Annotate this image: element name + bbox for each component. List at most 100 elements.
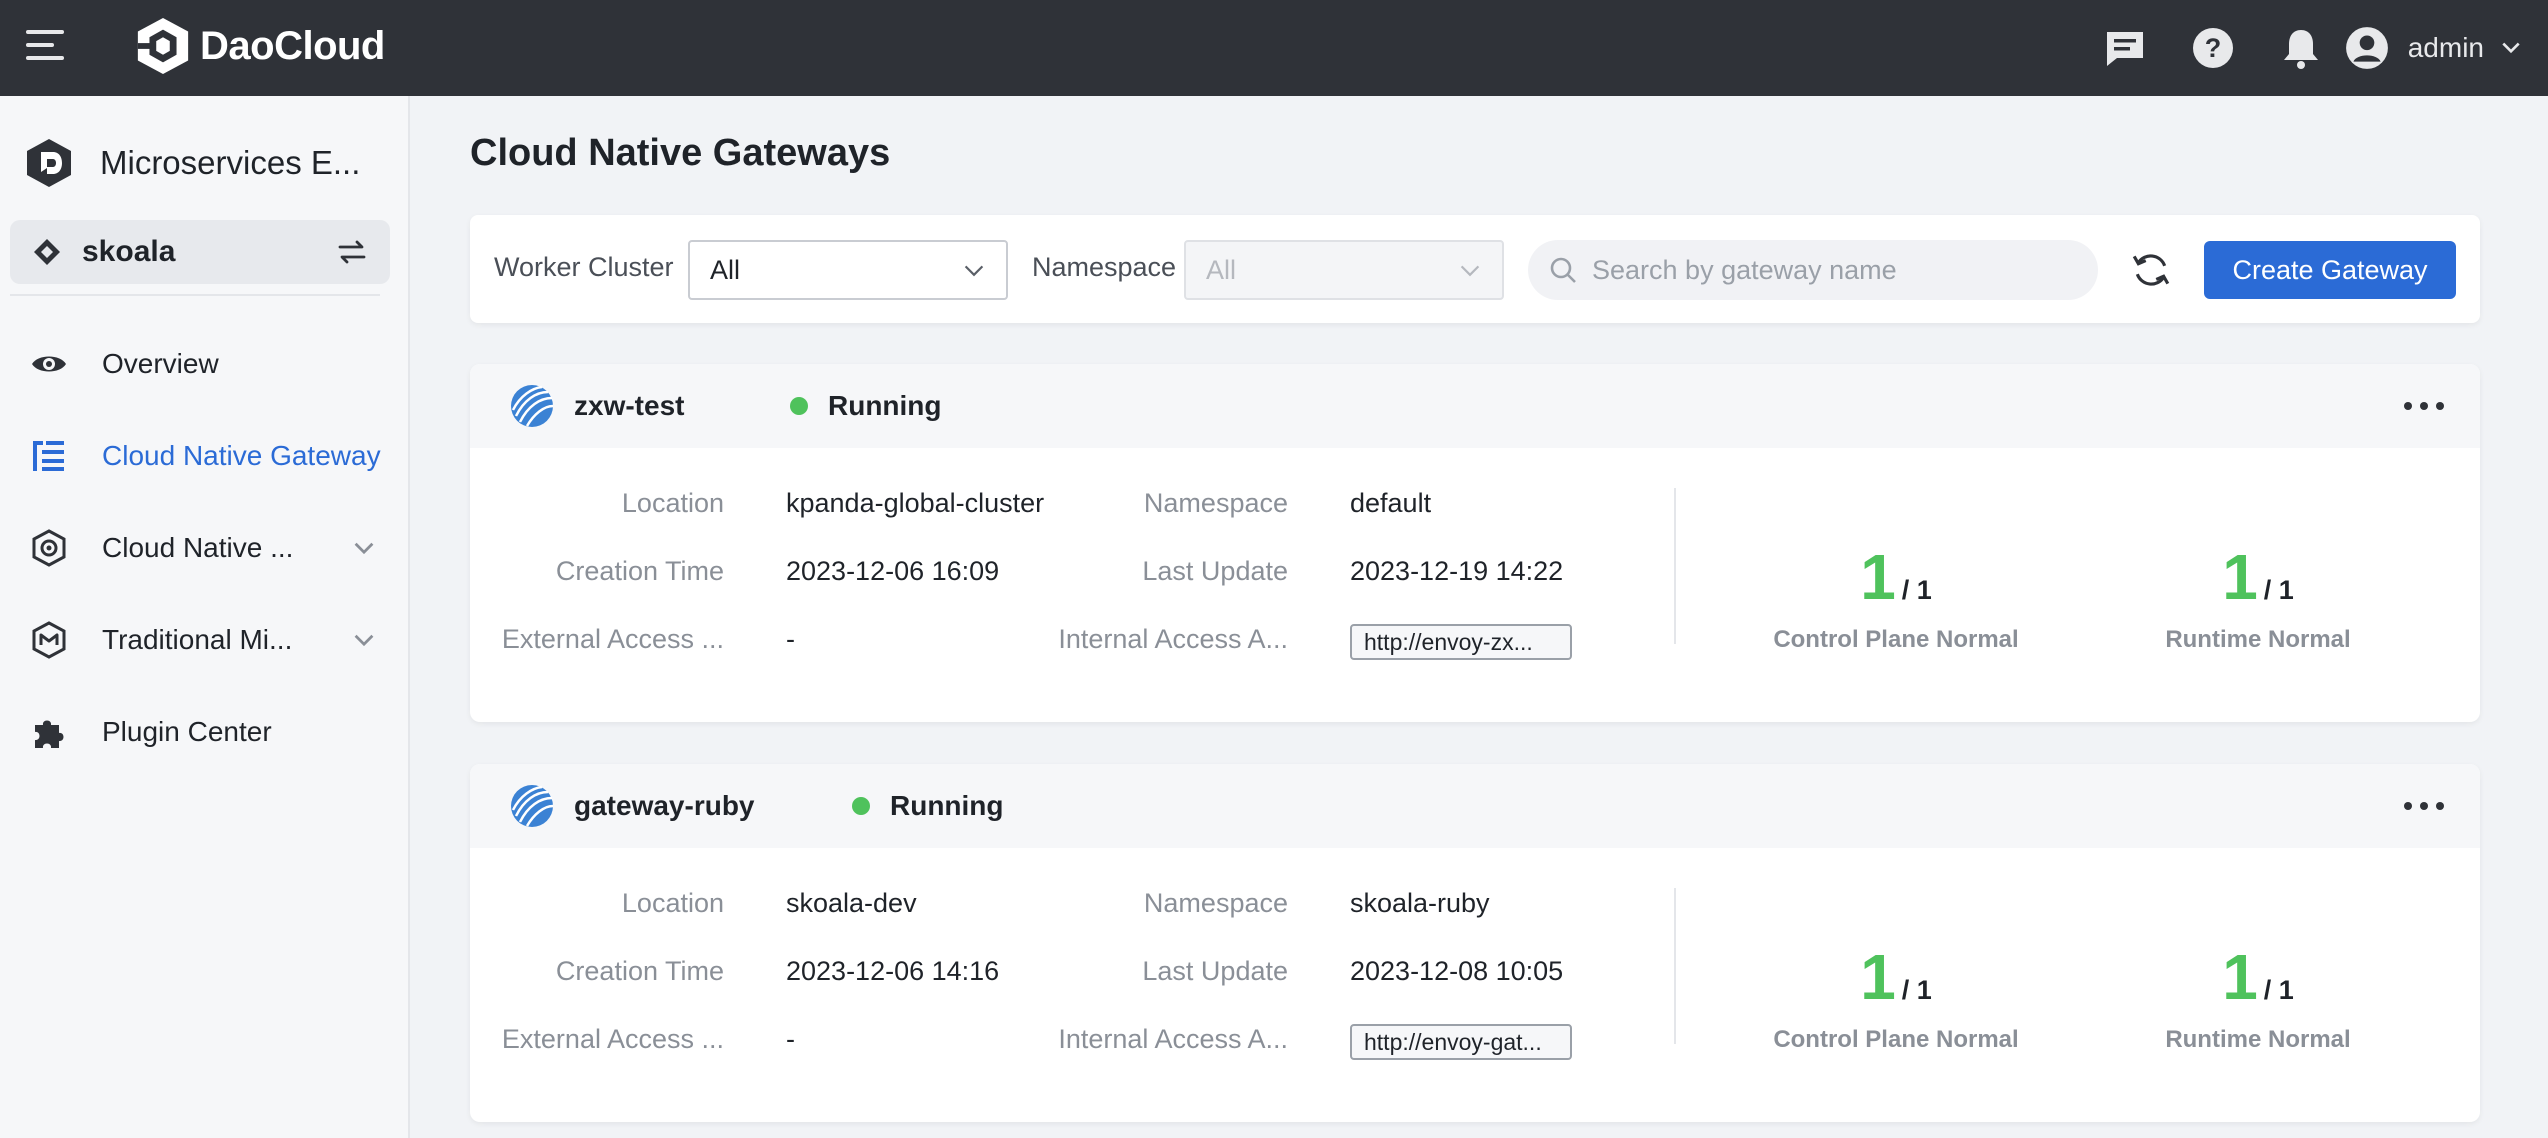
internal-access-link[interactable]: http://envoy-zx...	[1350, 624, 1572, 660]
status-badge: Running	[852, 790, 1004, 822]
search-icon	[1550, 257, 1576, 283]
runtime-total: / 1	[2263, 575, 2294, 605]
chevron-down-icon	[964, 265, 984, 277]
creation-time-label: Creation Time	[555, 556, 724, 586]
create-gateway-button[interactable]: Create Gateway	[2204, 241, 2456, 299]
runtime-ready: 1	[2222, 541, 2258, 613]
sidebar-item-label: Overview	[102, 348, 219, 379]
location-label: Location	[621, 888, 724, 918]
user-avatar-icon	[2345, 27, 2388, 69]
refresh-icon[interactable]	[2130, 249, 2172, 291]
switch-icon[interactable]	[336, 236, 368, 268]
gateway-name[interactable]: gateway-ruby	[574, 790, 755, 822]
sidebar-item-cloud-native[interactable]: Cloud Native ...	[0, 502, 408, 594]
runtime-stat: 1/ 1 Runtime Normal	[2108, 940, 2408, 1054]
internal-access-label: Internal Access A...	[1058, 624, 1288, 654]
runtime-label: Runtime Normal	[2165, 626, 2351, 653]
internal-access-label: Internal Access A...	[1058, 1024, 1288, 1054]
sidebar-divider	[10, 294, 380, 296]
chevron-down-icon	[1460, 265, 1480, 277]
control-plane-total: / 1	[1901, 575, 1932, 605]
namespace-label: Namespace	[1143, 888, 1288, 918]
cloud-native-icon	[28, 527, 70, 569]
sidebar-item-cloud-native-gateway[interactable]: Cloud Native Gateway	[0, 410, 408, 502]
more-actions-icon[interactable]	[2404, 792, 2444, 820]
menu-icon[interactable]	[26, 30, 68, 66]
runtime-total: / 1	[2263, 975, 2294, 1005]
runtime-stat: 1/ 1 Runtime Normal	[2108, 540, 2408, 654]
gateway-name[interactable]: zxw-test	[574, 390, 684, 422]
status-dot	[852, 797, 870, 815]
location-label: Location	[621, 488, 724, 518]
brand-logo[interactable]: DaoCloud	[134, 14, 385, 78]
eye-icon	[28, 343, 70, 385]
page-title: Cloud Native Gateways	[470, 132, 891, 174]
last-update-value: 2023-12-19 14:22	[1350, 556, 1564, 586]
sidebar-item-label: Plugin Center	[102, 716, 272, 747]
search-input[interactable]	[1592, 254, 2072, 286]
more-actions-icon[interactable]	[2404, 392, 2444, 420]
status-text: Running	[828, 390, 942, 421]
control-plane-stat: 1/ 1 Control Plane Normal	[1746, 540, 2046, 654]
gateway-card: gateway-ruby Running Location skoala-dev…	[470, 764, 2480, 1122]
control-plane-stat: 1/ 1 Control Plane Normal	[1746, 940, 2046, 1054]
sidebar-item-overview[interactable]: Overview	[0, 318, 408, 410]
sidebar-item-label: Cloud Native ...	[102, 532, 294, 563]
location-value: kpanda-global-cluster	[786, 488, 1045, 518]
divider	[1674, 888, 1676, 1044]
user-menu[interactable]: admin	[2344, 25, 2522, 71]
gateway-logo-icon	[511, 385, 554, 427]
message-icon[interactable]	[2102, 25, 2148, 71]
gateway-card-header: gateway-ruby Running	[470, 764, 2480, 848]
search-box[interactable]	[1528, 240, 2098, 300]
control-plane-total: / 1	[1901, 975, 1932, 1005]
sidebar-item-traditional-microservices[interactable]: Traditional Mi...	[0, 594, 408, 686]
traditional-icon	[28, 619, 70, 661]
namespace-label: Namespace	[1032, 252, 1177, 282]
brand-name: DaoCloud	[200, 23, 385, 68]
workspace-name: skoala	[82, 235, 176, 268]
namespace-value: skoala-ruby	[1350, 888, 1490, 918]
sidebar-item-label: Traditional Mi...	[102, 624, 293, 655]
namespace-value: default	[1350, 488, 1432, 518]
bell-icon[interactable]	[2278, 25, 2324, 71]
creation-time-label: Creation Time	[555, 956, 724, 986]
runtime-ready: 1	[2222, 941, 2258, 1013]
worker-cluster-select[interactable]: All	[688, 240, 1008, 300]
external-access-label: External Access ...	[501, 624, 724, 654]
chevron-down-icon	[354, 542, 374, 555]
internal-access-link[interactable]: http://envoy-gat...	[1350, 1024, 1572, 1060]
status-badge: Running	[790, 390, 942, 422]
top-bar: DaoCloud ? admin	[0, 0, 2548, 96]
daocloud-logo-icon	[137, 17, 189, 75]
gateway-logo-icon	[511, 785, 554, 827]
worker-cluster-value: All	[710, 254, 741, 285]
sidebar: Microservices E... skoala Overview Cloud…	[0, 96, 410, 1138]
external-access-value: -	[786, 624, 795, 654]
gateway-list-icon	[28, 435, 70, 477]
control-plane-ready: 1	[1860, 541, 1896, 613]
chevron-down-icon	[354, 634, 374, 647]
creation-time-value: 2023-12-06 14:16	[786, 956, 1000, 986]
user-name: admin	[2407, 32, 2484, 63]
chevron-down-icon	[2502, 42, 2520, 54]
worker-cluster-label: Worker Cluster	[494, 252, 674, 282]
puzzle-icon	[28, 711, 70, 753]
workspace-switcher[interactable]: skoala	[10, 220, 390, 284]
last-update-value: 2023-12-08 10:05	[1350, 956, 1564, 986]
module-header: Microservices E...	[22, 136, 360, 190]
control-plane-ready: 1	[1860, 941, 1896, 1013]
control-plane-label: Control Plane Normal	[1773, 626, 2019, 653]
namespace-select[interactable]: All	[1184, 240, 1504, 300]
namespace-label: Namespace	[1143, 488, 1288, 518]
gateway-card-header: zxw-test Running	[470, 364, 2480, 448]
external-access-label: External Access ...	[501, 1024, 724, 1054]
location-value: skoala-dev	[786, 888, 917, 918]
gateway-card: zxw-test Running Location kpanda-global-…	[470, 364, 2480, 722]
sidebar-item-plugin-center[interactable]: Plugin Center	[0, 686, 408, 778]
module-title: Microservices E...	[100, 144, 361, 181]
control-plane-label: Control Plane Normal	[1773, 1026, 2019, 1053]
help-icon[interactable]: ?	[2190, 25, 2236, 71]
creation-time-value: 2023-12-06 16:09	[786, 556, 1000, 586]
last-update-label: Last Update	[1142, 956, 1288, 986]
